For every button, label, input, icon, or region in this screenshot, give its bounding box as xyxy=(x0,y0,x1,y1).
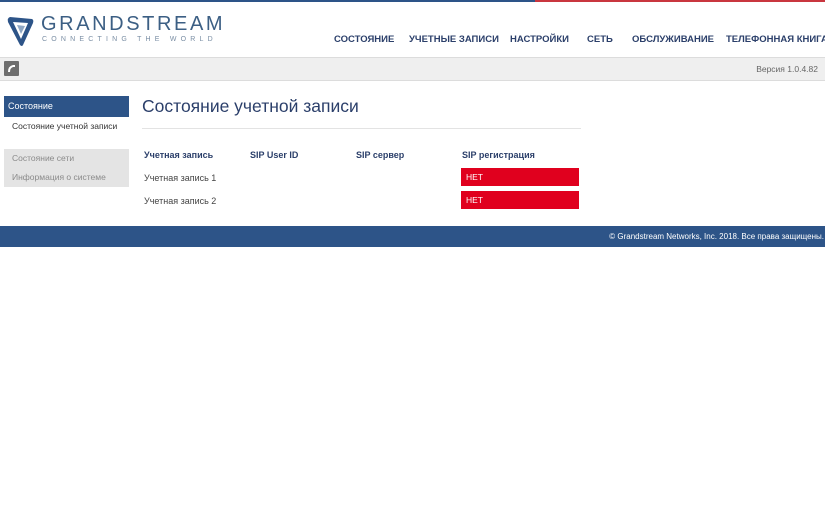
firmware-version: Версия 1.0.4.82 xyxy=(756,64,818,74)
page-title: Состояние учетной записи xyxy=(142,96,359,116)
brand-name: GRANDSTREAM xyxy=(41,13,226,35)
account-2-name: Учетная запись 2 xyxy=(144,196,217,206)
copyright-text: © Grandstream Networks, Inc. 2018. Все п… xyxy=(609,232,824,241)
sidebar-item-account-status[interactable]: Состояние учетной записи xyxy=(4,117,129,149)
nav-settings[interactable]: НАСТРОЙКИ xyxy=(510,34,569,45)
nav-maintenance[interactable]: ОБСЛУЖИВАНИЕ xyxy=(632,34,714,45)
sidebar-item-network-status[interactable]: Состояние сети xyxy=(4,149,129,168)
header: GRANDSTREAM CONNECTING THE WORLD СОСТОЯН… xyxy=(0,2,825,56)
footer: © Grandstream Networks, Inc. 2018. Все п… xyxy=(0,226,825,247)
sub-toolbar: Версия 1.0.4.82 xyxy=(0,57,825,81)
account-1-registration-badge: НЕТ xyxy=(461,168,579,186)
col-header-sip-user-id: SIP User ID xyxy=(250,150,299,160)
phone-button[interactable] xyxy=(4,61,19,76)
nav-network[interactable]: СЕТЬ xyxy=(587,34,613,45)
sidebar-item-system-info[interactable]: Информация о системе xyxy=(4,168,129,187)
nav-status[interactable]: СОСТОЯНИЕ xyxy=(334,34,394,45)
account-1-name: Учетная запись 1 xyxy=(144,173,217,183)
title-divider xyxy=(142,128,581,129)
nav-phonebook[interactable]: ТЕЛЕФОННАЯ КНИГА xyxy=(726,34,825,45)
sidebar-header-status[interactable]: Состояние xyxy=(4,96,129,117)
sidebar: Состояние Состояние учетной записи Состо… xyxy=(4,96,129,187)
main-nav: СОСТОЯНИЕ УЧЕТНЫЕ ЗАПИСИ НАСТРОЙКИ СЕТЬ … xyxy=(0,34,825,48)
account-2-registration-badge: НЕТ xyxy=(461,191,579,209)
col-header-sip-registration: SIP регистрация xyxy=(462,150,535,160)
col-header-account: Учетная запись xyxy=(144,150,214,160)
phone-handset-icon xyxy=(8,65,15,72)
nav-accounts[interactable]: УЧЕТНЫЕ ЗАПИСИ xyxy=(409,34,499,45)
col-header-sip-server: SIP сервер xyxy=(356,150,405,160)
